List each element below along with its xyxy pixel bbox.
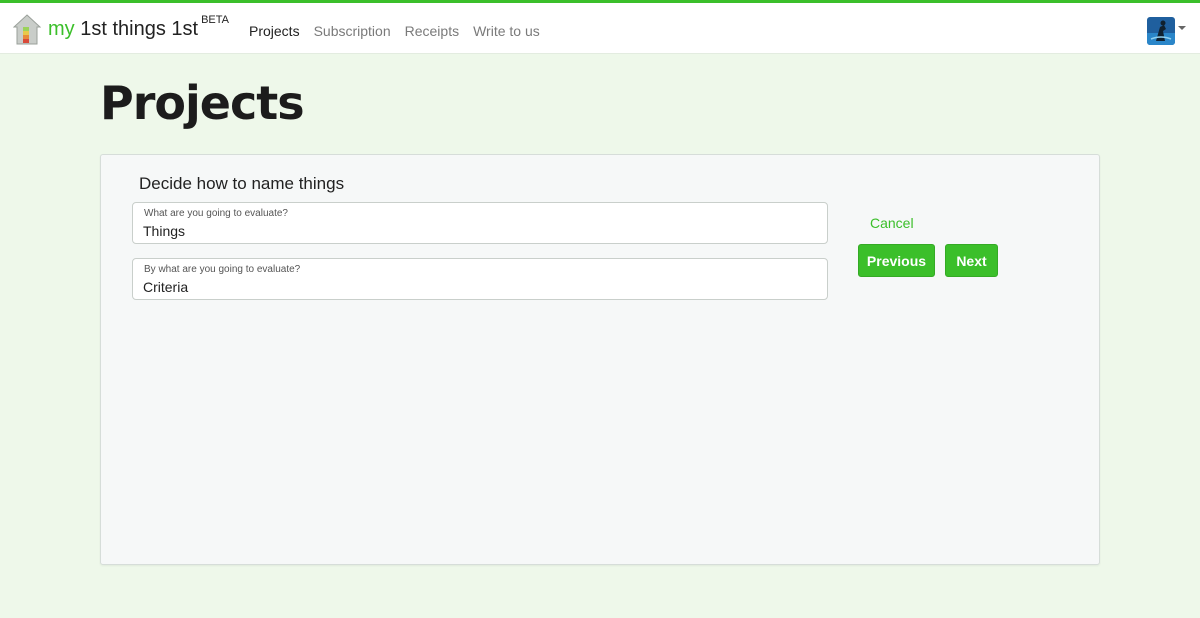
beta-badge: BETA xyxy=(201,14,229,26)
main-nav: Projects Subscription Receipts Write to … xyxy=(249,23,540,39)
things-input[interactable] xyxy=(143,222,813,240)
criteria-field[interactable]: By what are you going to evaluate? xyxy=(132,258,828,300)
previous-button[interactable]: Previous xyxy=(858,244,935,277)
criteria-field-label: By what are you going to evaluate? xyxy=(144,264,301,275)
house-icon[interactable] xyxy=(12,14,42,46)
nav-item-projects[interactable]: Projects xyxy=(249,23,300,39)
brand-name: 1st things 1st xyxy=(80,18,199,40)
page-title: Projects xyxy=(100,76,305,130)
caret-down-icon[interactable] xyxy=(1178,26,1186,30)
brand-title[interactable]: my 1st things 1st BETA xyxy=(48,14,229,41)
wizard-heading: Decide how to name things xyxy=(139,174,345,193)
brand-prefix: my xyxy=(48,18,75,40)
nav-item-subscription[interactable]: Subscription xyxy=(314,23,391,39)
criteria-input[interactable] xyxy=(143,278,813,296)
cancel-button[interactable]: Cancel xyxy=(870,215,914,231)
top-navbar: my 1st things 1st BETA Projects Subscript… xyxy=(0,0,1200,54)
nav-item-receipts[interactable]: Receipts xyxy=(405,23,459,39)
things-field-label: What are you going to evaluate? xyxy=(144,208,288,219)
nav-item-write-to-us[interactable]: Write to us xyxy=(473,23,540,39)
next-button[interactable]: Next xyxy=(945,244,998,277)
user-avatar[interactable] xyxy=(1147,17,1175,45)
things-field[interactable]: What are you going to evaluate? xyxy=(132,202,828,244)
wizard-card: Decide how to name things What are you g… xyxy=(100,154,1100,565)
user-menu[interactable] xyxy=(1147,17,1186,45)
